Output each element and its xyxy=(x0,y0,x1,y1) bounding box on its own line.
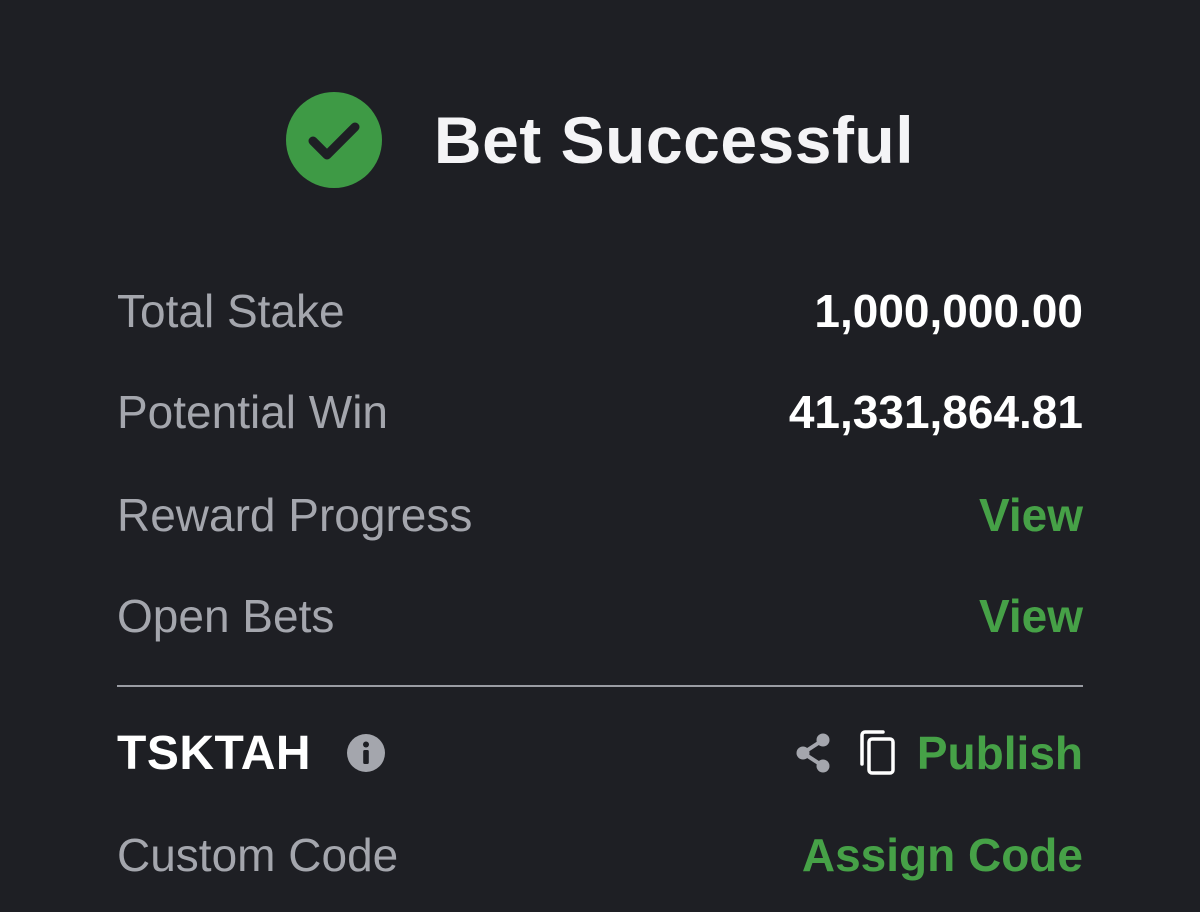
reward-progress-label: Reward Progress xyxy=(117,489,473,541)
custom-code-row: Custom Code Assign Code xyxy=(117,820,1083,890)
total-stake-value: 1,000,000.00 xyxy=(814,285,1083,337)
booking-actions: Publish xyxy=(791,726,1083,780)
total-stake-label: Total Stake xyxy=(117,285,345,337)
open-bets-label: Open Bets xyxy=(117,590,335,642)
reward-progress-row: Reward Progress View xyxy=(117,480,1083,550)
open-bets-view-link[interactable]: View xyxy=(979,589,1083,643)
assign-code-button[interactable]: Assign Code xyxy=(802,828,1083,882)
info-icon[interactable] xyxy=(347,734,386,772)
booking-code-row: TSKTAH Publish xyxy=(117,718,1083,788)
custom-code-label: Custom Code xyxy=(117,829,399,881)
open-bets-row: Open Bets View xyxy=(117,581,1083,651)
share-icon[interactable] xyxy=(791,729,835,777)
potential-win-row: Potential Win 41,331,864.81 xyxy=(117,377,1083,447)
total-stake-row: Total Stake 1,000,000.00 xyxy=(117,276,1083,346)
publish-button[interactable]: Publish xyxy=(917,726,1083,780)
booking-code-group: TSKTAH xyxy=(117,726,386,781)
check-circle-icon xyxy=(285,92,382,188)
reward-progress-view-link[interactable]: View xyxy=(979,488,1083,542)
bet-success-header: Bet Successful xyxy=(0,92,1200,188)
potential-win-label: Potential Win xyxy=(117,386,389,438)
booking-code: TSKTAH xyxy=(117,726,312,780)
copy-icon[interactable] xyxy=(855,729,899,777)
divider xyxy=(117,685,1083,687)
page-title: Bet Successful xyxy=(433,103,915,177)
potential-win-value: 41,331,864.81 xyxy=(788,386,1083,438)
